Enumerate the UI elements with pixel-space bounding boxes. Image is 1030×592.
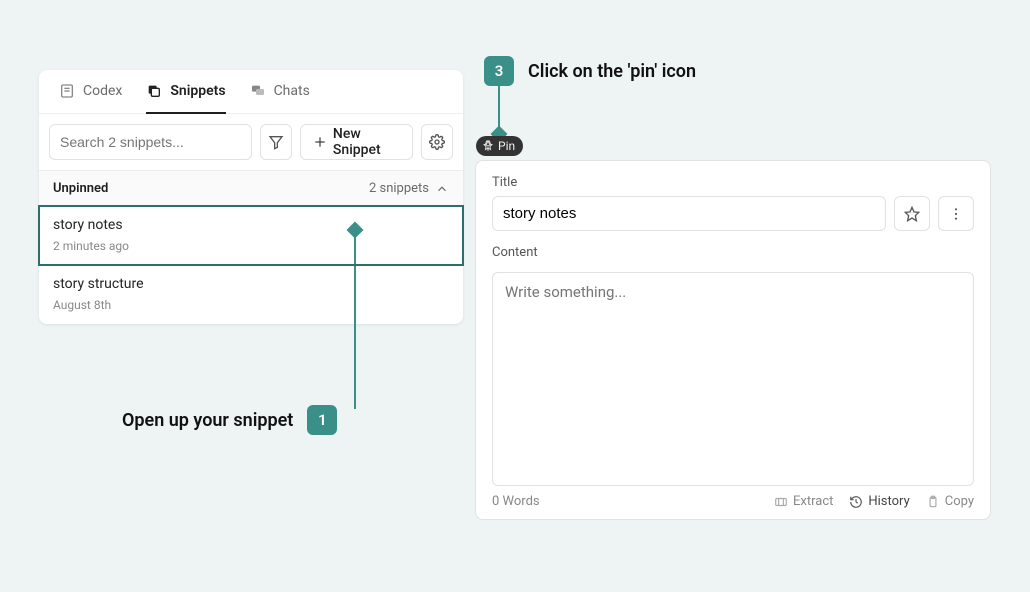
- clipboard-icon: [926, 495, 940, 509]
- search-input[interactable]: [49, 124, 252, 160]
- pin-tooltip[interactable]: Pin: [476, 136, 523, 156]
- detail-footer: 0 Words Extract History Copy: [492, 494, 974, 509]
- snippet-detail-panel: Title Content 0 Words Extract: [475, 160, 991, 520]
- snippet-time: 2 minutes ago: [53, 239, 449, 253]
- pin-icon: [482, 140, 494, 152]
- new-snippet-label: New Snippet: [333, 126, 400, 158]
- snippet-item[interactable]: story notes 2 minutes ago: [39, 206, 463, 265]
- copy-button[interactable]: Copy: [926, 494, 974, 509]
- section-count: 2 snippets: [369, 181, 429, 196]
- word-count: 0 Words: [492, 494, 540, 509]
- content-textarea[interactable]: [492, 272, 974, 486]
- snippets-icon: [146, 83, 162, 99]
- history-label: History: [868, 494, 909, 509]
- callout-3: 3 Click on the 'pin' icon: [484, 56, 696, 86]
- copy-label: Copy: [945, 494, 974, 509]
- snippet-item[interactable]: story structure August 8th: [39, 265, 463, 324]
- history-icon: [849, 495, 863, 509]
- section-header-unpinned[interactable]: Unpinned 2 snippets: [39, 170, 463, 206]
- title-label: Title: [492, 175, 974, 190]
- tab-label: Snippets: [170, 83, 225, 99]
- star-icon: [904, 206, 920, 222]
- toolbar: New Snippet: [39, 114, 463, 170]
- pin-tooltip-label: Pin: [498, 139, 515, 153]
- gear-icon: [429, 134, 445, 150]
- snippet-title: story notes: [53, 217, 449, 233]
- callout-text: Open up your snippet: [122, 410, 293, 431]
- extract-icon: [774, 495, 788, 509]
- new-snippet-button[interactable]: New Snippet: [300, 124, 413, 160]
- filter-icon: [268, 134, 284, 150]
- filter-button[interactable]: [260, 124, 292, 160]
- settings-button[interactable]: [421, 124, 453, 160]
- chevron-up-icon: [435, 182, 449, 196]
- tab-chats[interactable]: Chats: [250, 70, 310, 114]
- tab-bar: Codex Snippets Chats: [39, 70, 463, 114]
- snippet-title: story structure: [53, 276, 449, 292]
- tab-snippets[interactable]: Snippets: [146, 70, 225, 114]
- more-button[interactable]: [938, 196, 974, 231]
- plus-icon: [313, 135, 327, 149]
- book-icon: [59, 83, 75, 99]
- callout-1: Open up your snippet 1: [122, 405, 337, 435]
- callout-badge: 1: [307, 405, 337, 435]
- history-button[interactable]: History: [849, 494, 909, 509]
- extract-button[interactable]: Extract: [774, 494, 833, 509]
- section-title: Unpinned: [53, 181, 108, 196]
- tab-label: Chats: [274, 83, 310, 99]
- tab-label: Codex: [83, 83, 122, 99]
- tab-codex[interactable]: Codex: [59, 70, 122, 114]
- callout-badge: 3: [484, 56, 514, 86]
- snippet-time: August 8th: [53, 298, 449, 312]
- more-vertical-icon: [948, 206, 964, 222]
- callout-text: Click on the 'pin' icon: [528, 61, 696, 82]
- chats-icon: [250, 83, 266, 99]
- extract-label: Extract: [793, 494, 833, 509]
- content-label: Content: [492, 245, 974, 260]
- title-input[interactable]: [492, 196, 886, 231]
- snippets-panel: Codex Snippets Chats New Snippet: [39, 70, 463, 324]
- star-button[interactable]: [894, 196, 930, 231]
